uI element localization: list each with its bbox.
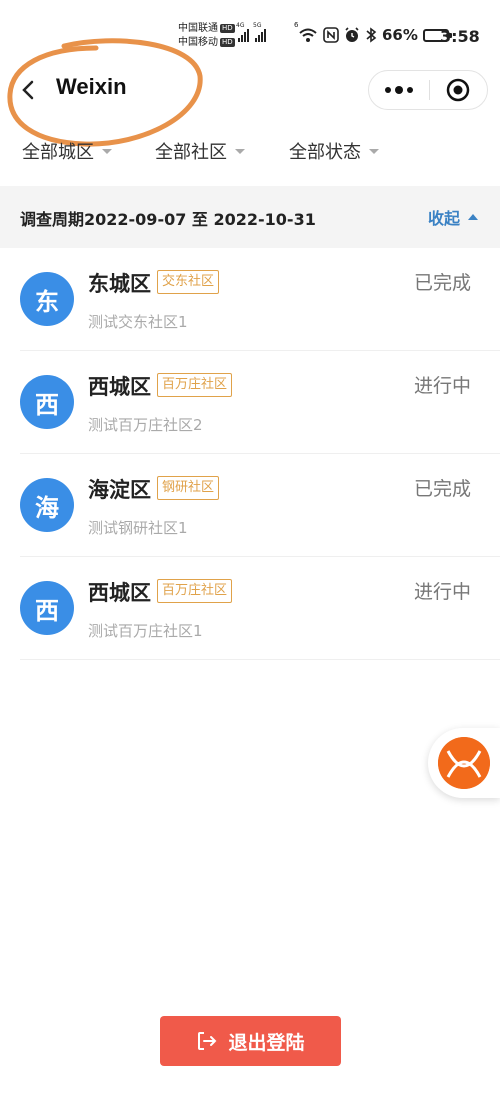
logout-icon [198, 1032, 217, 1050]
filter-status[interactable]: 全部状态 [289, 138, 379, 164]
collapse-label: 收起 [428, 209, 461, 228]
status-label: 进行中 [414, 375, 472, 397]
item-subtitle: 测试交东社区1 [88, 313, 188, 331]
filter-bar: 全部城区 全部社区 全部状态 [0, 130, 500, 176]
community-tag: 交东社区 [157, 270, 220, 294]
mini-program-capsule [368, 70, 488, 110]
network-type-1: 4G [236, 22, 245, 29]
community-tag: 钢研社区 [157, 476, 220, 500]
carrier-info: 中国联通 HD 中国移动 HD [178, 22, 235, 50]
hd-badge-2: HD [220, 38, 235, 47]
battery-percentage: 66% [382, 26, 418, 44]
assistant-logo-icon [438, 737, 490, 789]
status-label: 已完成 [414, 478, 472, 500]
more-options-button[interactable] [369, 70, 429, 110]
caret-up-icon [468, 214, 479, 220]
network-type-2: 5G [253, 22, 262, 29]
signal-icon-1: 4G [236, 22, 249, 42]
survey-period-text: 调查周期2022-09-07 至 2022-10-31 [20, 210, 316, 229]
wifi-gen-label: 6 [294, 21, 299, 29]
filter-district-label: 全部城区 [22, 142, 94, 163]
district-name: 西城区 [88, 581, 151, 605]
dot-icon [384, 87, 391, 93]
clock: 3:58 [440, 27, 480, 46]
floating-assistant-button[interactable] [428, 728, 500, 798]
signal-icon-2: 5G [253, 22, 266, 42]
page-title: Weixin [56, 74, 127, 99]
signal-bars: 4G 5G [236, 22, 266, 42]
carrier-1: 中国联通 [178, 23, 218, 34]
item-subtitle: 测试钢研社区1 [88, 519, 188, 537]
carrier-2: 中国移动 [178, 37, 218, 48]
community-tag: 百万庄社区 [157, 373, 233, 397]
dot-icon [406, 87, 413, 93]
list-item[interactable]: 东 东城区 交东社区 测试交东社区1 已完成 [20, 248, 500, 351]
dot-icon [394, 86, 403, 94]
list-item[interactable]: 西 西城区 百万庄社区 测试百万庄社区1 进行中 [20, 557, 500, 660]
survey-period-bar: 调查周期2022-09-07 至 2022-10-31 收起 [0, 186, 500, 248]
caret-down-icon [102, 148, 112, 154]
filter-community-label: 全部社区 [155, 142, 227, 163]
logout-button[interactable]: 退出登陆 [160, 1016, 341, 1066]
caret-down-icon [369, 148, 379, 154]
back-arrow-icon[interactable] [14, 76, 42, 104]
close-mini-program-button[interactable] [429, 70, 487, 110]
avatar: 西 [20, 375, 74, 429]
alarm-icon [344, 27, 360, 43]
status-icons: 6 66% [294, 21, 452, 44]
district-name: 海淀区 [88, 478, 151, 502]
collapse-button[interactable]: 收起 [428, 205, 479, 229]
item-subtitle: 测试百万庄社区1 [88, 622, 203, 640]
avatar: 东 [20, 272, 74, 326]
filter-status-label: 全部状态 [289, 142, 361, 163]
wifi-icon: 6 [294, 21, 318, 43]
community-tag: 百万庄社区 [157, 579, 233, 603]
district-name: 东城区 [88, 272, 151, 296]
list-item[interactable]: 西 西城区 百万庄社区 测试百万庄社区2 进行中 [20, 351, 500, 454]
community-list: 东 东城区 交东社区 测试交东社区1 已完成 西 西城区 百万庄社区 测试百万庄… [0, 248, 500, 660]
hd-badge-1: HD [220, 24, 235, 33]
list-item[interactable]: 海 海淀区 钢研社区 测试钢研社区1 已完成 [20, 454, 500, 557]
filter-community[interactable]: 全部社区 [155, 138, 245, 164]
status-label: 进行中 [414, 581, 472, 603]
status-label: 已完成 [414, 272, 472, 294]
district-name: 西城区 [88, 375, 151, 399]
avatar: 海 [20, 478, 74, 532]
caret-down-icon [235, 148, 245, 154]
logout-label: 退出登陆 [228, 1031, 305, 1054]
filter-district[interactable]: 全部城区 [22, 138, 112, 164]
item-subtitle: 测试百万庄社区2 [88, 416, 203, 434]
avatar: 西 [20, 581, 74, 635]
nfc-icon [323, 27, 339, 43]
target-icon [446, 78, 470, 102]
bluetooth-icon [365, 27, 377, 43]
